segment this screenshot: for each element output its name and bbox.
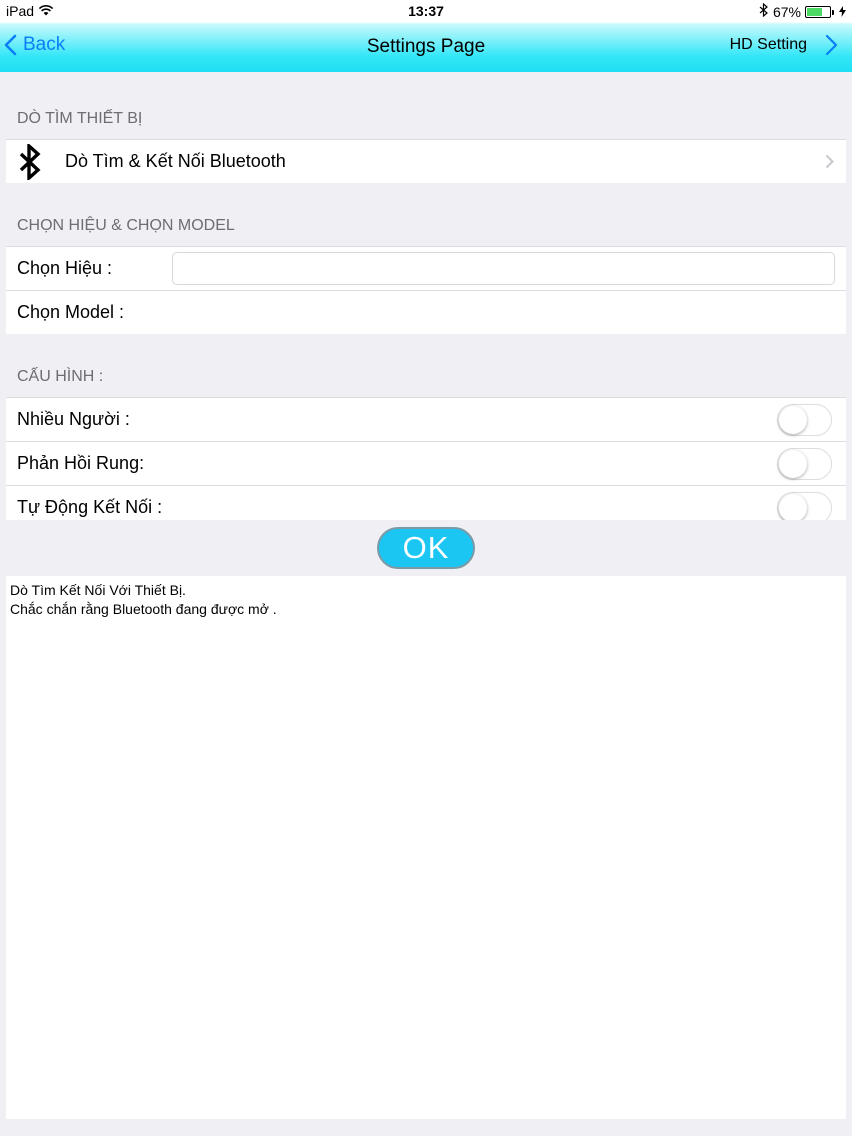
brand-label: Chọn Hiệu : — [17, 258, 113, 278]
bluetooth-status-icon — [759, 2, 769, 20]
section-header-scan: DÒ TÌM THIẾT BỊ — [6, 76, 846, 139]
toggle-knob — [779, 494, 807, 520]
toggle-knob — [779, 450, 807, 478]
vibration-toggle[interactable] — [777, 448, 832, 480]
toggle-knob — [779, 406, 807, 434]
chevron-right-icon — [825, 34, 838, 56]
vibration-row: Phản Hồi Rung: — [6, 441, 846, 485]
brand-row: Chọn Hiệu : — [6, 246, 846, 290]
section-header-brand: CHỌN HIỆU & CHỌN MODEL — [6, 183, 846, 246]
multi-user-label: Nhiều Người : — [17, 409, 130, 429]
page-title: Settings Page — [366, 36, 486, 57]
scan-bluetooth-label: Dò Tìm & Kết Nối Bluetooth — [65, 151, 286, 171]
bluetooth-icon — [17, 143, 43, 180]
multi-user-row: Nhiều Người : — [6, 397, 846, 441]
multi-user-toggle[interactable] — [777, 404, 832, 436]
auto-connect-label: Tự Động Kết Nối : — [17, 496, 163, 517]
section-header-config: CẤU HÌNH : — [6, 334, 846, 397]
status-right: 67% — [759, 2, 846, 20]
log-text-view[interactable]: Dò Tìm Kết Nối Với Thiết Bị. Chắc chắn r… — [6, 576, 846, 1119]
navigation-bar: Back Settings Page HD Setting — [0, 22, 852, 72]
auto-connect-toggle[interactable] — [777, 492, 832, 520]
status-bar: iPad 13:37 67% — [0, 0, 852, 22]
auto-connect-row: Tự Động Kết Nối : — [6, 485, 846, 520]
top-bar: iPad 13:37 67% Back Settings Page HD Set… — [0, 0, 852, 72]
vibration-label: Phản Hồi Rung: — [17, 453, 145, 473]
ok-button[interactable]: OK — [377, 527, 475, 569]
hd-setting-button[interactable]: HD Setting — [730, 34, 838, 56]
battery-percent: 67% — [772, 3, 801, 20]
brand-field[interactable] — [172, 252, 835, 285]
log-line: Dò Tìm Kết Nối Với Thiết Bị. — [10, 582, 186, 598]
battery-icon — [805, 5, 834, 18]
model-row[interactable]: Chọn Model : — [6, 290, 846, 334]
charging-icon — [839, 4, 846, 20]
log-line: Chắc chắn rằng Bluetooth đang được mở . — [10, 601, 277, 617]
model-label: Chọn Model : — [17, 302, 125, 322]
settings-table[interactable]: DÒ TÌM THIẾT BỊ Dò Tìm & Kết Nối Bluetoo… — [6, 76, 846, 520]
scan-bluetooth-row[interactable]: Dò Tìm & Kết Nối Bluetooth — [6, 139, 846, 183]
battery-fill — [807, 7, 822, 16]
disclosure-chevron-icon — [825, 154, 834, 169]
status-time: 13:37 — [408, 3, 444, 19]
hd-setting-label: HD Setting — [729, 36, 807, 53]
